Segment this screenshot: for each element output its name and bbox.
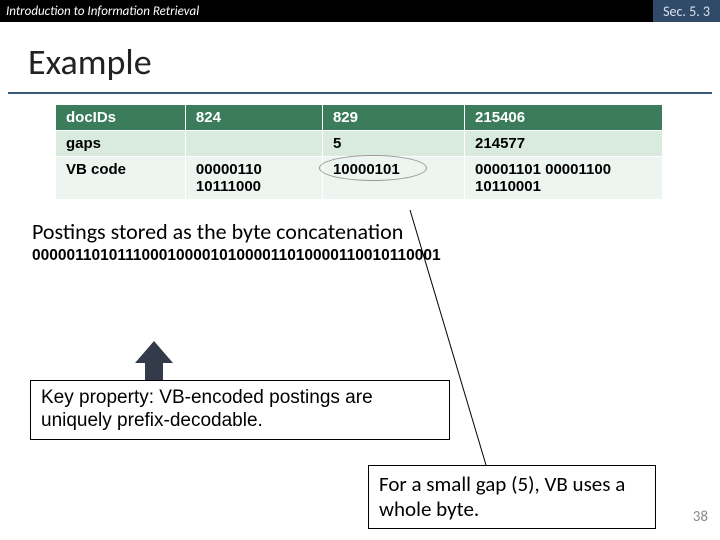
vbcode-label: VB code: [56, 157, 186, 200]
key-property-box: Key property: VB-encoded postings are un…: [30, 380, 450, 440]
topbar: Introduction to Information Retrieval Se…: [0, 0, 720, 22]
page-number: 38: [693, 508, 708, 526]
docid-215406: 215406: [465, 105, 663, 131]
slide-title: Example: [0, 22, 720, 92]
byte-concatenation: 0000011010111000100001010000110100001100…: [32, 247, 720, 265]
vbcode-824: 00000110 10111000: [185, 157, 322, 200]
docid-824: 824: [185, 105, 322, 131]
slide: Introduction to Information Retrieval Se…: [0, 0, 720, 540]
docids-label: docIDs: [56, 105, 186, 131]
gap-empty: [185, 131, 322, 157]
gap-214577: 214577: [465, 131, 663, 157]
book-title: Introduction to Information Retrieval: [0, 4, 653, 19]
gaps-label: gaps: [56, 131, 186, 157]
gaps-row: gaps 5 214577: [56, 131, 663, 157]
vbcode-214577: 00001101 00001100 10110001: [465, 157, 663, 200]
title-rule: [8, 92, 712, 94]
docid-829: 829: [322, 105, 464, 131]
circle-annotation-icon: [319, 155, 427, 181]
section-ref: Sec. 5. 3: [653, 0, 720, 22]
vbcode-row: VB code 00000110 10111000 10000101 00001…: [56, 157, 663, 200]
gap-5: 5: [322, 131, 464, 157]
arrow-up-icon: [135, 341, 173, 381]
example-table: docIDs 824 829 215406 gaps 5 214577 VB c…: [55, 104, 663, 200]
concat-sentence: Postings stored as the byte concatenatio…: [32, 218, 720, 245]
vbcode-5-cell: 10000101: [322, 157, 464, 200]
docids-row: docIDs 824 829 215406: [56, 105, 663, 131]
small-gap-box: For a small gap (5), VB uses a whole byt…: [368, 465, 656, 529]
